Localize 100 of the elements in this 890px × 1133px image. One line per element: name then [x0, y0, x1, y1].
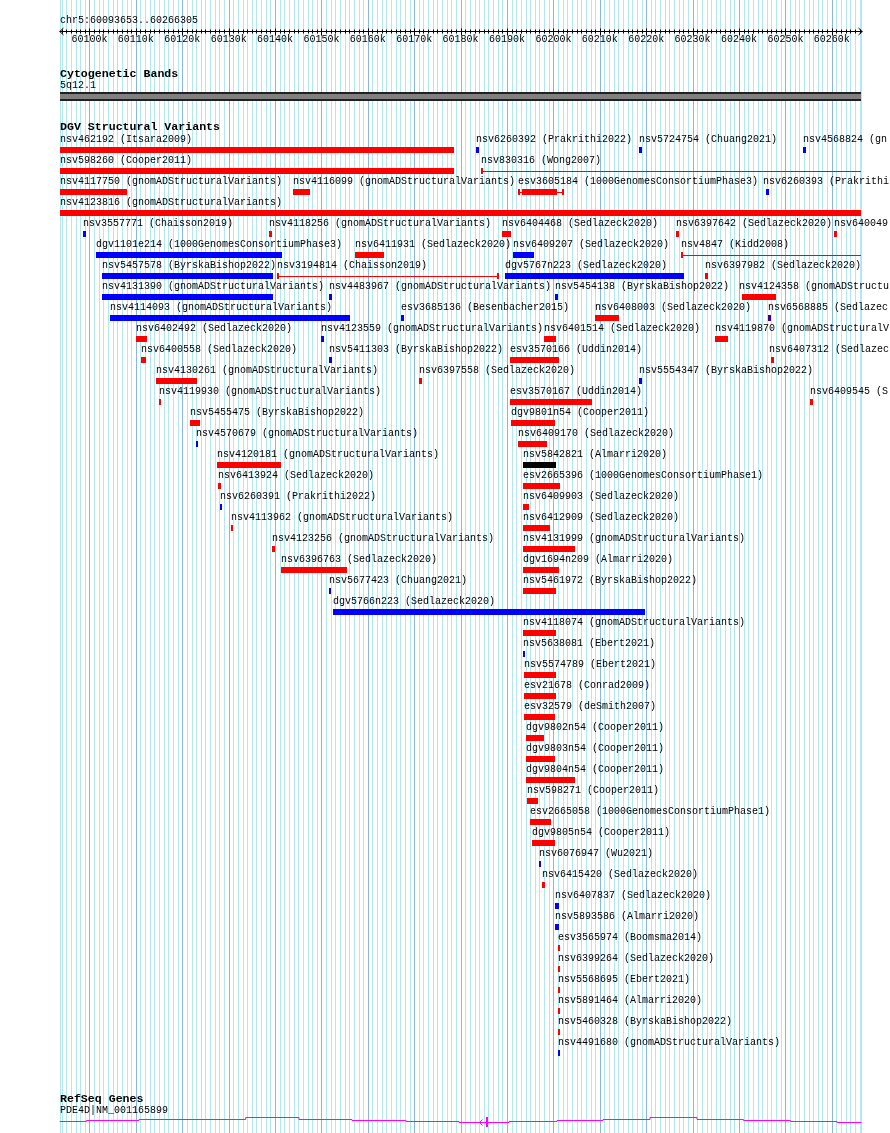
- variant-label: nsv4847 (Kidd2008): [681, 239, 790, 251]
- variant-label: nsv6260392 (Prakrithi2022): [476, 134, 633, 146]
- variant-label: nsv6260391 (Prakrithi2022): [220, 491, 377, 503]
- variant-bar[interactable]: [518, 189, 564, 195]
- variant-label: nsv4491680 (gnomADStructuralVariants): [558, 1037, 781, 1049]
- variant-label: nsv5455475 (ByrskaBishop2022): [190, 407, 365, 419]
- variant-label: nsv4118074 (gnomADStructuralVariants): [523, 617, 746, 629]
- variant-label: nsv6260393 (Prakrithi: [763, 176, 890, 188]
- band-label: 5q12.1: [60, 80, 96, 92]
- variant-label: esv3570167 (Uddin2014): [510, 386, 643, 398]
- variant-label: nsv6409170 (Sedlazeck2020): [518, 428, 675, 440]
- ruler-label: 60260k: [813, 34, 850, 46]
- variant-label: dgv9802n54 (Cooper2011): [526, 722, 665, 734]
- ruler-label: 60150k: [303, 34, 340, 46]
- variant-label: dgv1694n209 (Almarri2020): [523, 554, 674, 566]
- ruler-label: 60240k: [720, 34, 757, 46]
- variant-label: nsv4130261 (gnomADStructuralVariants): [156, 365, 379, 377]
- variant-label: esv3565974 (Boomsma2014): [558, 932, 703, 944]
- variant-span[interactable]: [681, 252, 861, 258]
- variant-label: nsv4570679 (gnomADStructuralVariants): [196, 428, 419, 440]
- variant-label: nsv4119930 (gnomADStructuralVariants): [159, 386, 382, 398]
- variant-label: nsv4116099 (gnomADStructuralVariants): [293, 176, 516, 188]
- ruler-label: 60200k: [535, 34, 572, 46]
- variant-label: nsv5893586 (Almarri2020): [555, 911, 700, 923]
- variant-label: esv2665058 (1000GenomesConsortiumPhase1): [530, 806, 771, 818]
- variant-label: esv32579 (deSmith2007): [524, 701, 657, 713]
- variant-label: dgv5767n223 (Sedlazeck2020): [505, 260, 668, 272]
- variant-label: nsv4131999 (gnomADStructuralVariants): [523, 533, 746, 545]
- ruler-label: 60100k: [71, 34, 108, 46]
- variant-label: nsv4118256 (gnomADStructuralVariants): [269, 218, 492, 230]
- variant-label: nsv4123559 (gnomADStructuralVariants): [321, 323, 544, 335]
- variant-label: nsv6076947 (Wu2021): [539, 848, 654, 860]
- track-title: RefSeq Genes: [60, 1093, 144, 1105]
- variant-label: esv3605184 (1000GenomesConsortiumPhase3): [518, 176, 759, 188]
- variant-label: nsv5457578 (ByrskaBishop2022): [102, 260, 277, 272]
- variant-label: nsv6412909 (Sedlazeck2020): [523, 512, 680, 524]
- variant-label: nsv6399264 (Sedlazeck2020): [558, 953, 715, 965]
- variant-label: nsv5677423 (Chuang2021): [329, 575, 468, 587]
- variant-label: nsv6407312 (Sedlazec: [769, 344, 890, 356]
- variant-label: nsv4114093 (gnomADStructuralVariants): [110, 302, 333, 314]
- variant-label: nsv5724754 (Chuang2021): [639, 134, 778, 146]
- variant-label: nsv5568695 (Ebert2021): [558, 974, 691, 986]
- variant-label: nsv6397558 (Sedlazeck2020): [419, 365, 576, 377]
- variant-label: nsv4120181 (gnomADStructuralVariants): [217, 449, 440, 461]
- location-label: chr5:60093653..60266305: [60, 15, 199, 27]
- variant-label: nsv5574789 (Ebert2021): [524, 659, 657, 671]
- variant-label: esv3685136 (Besenbacher2015): [401, 302, 570, 314]
- track-title: Cytogenetic Bands: [60, 68, 179, 80]
- ruler-label: 60250k: [767, 34, 804, 46]
- ruler-label: 60220k: [628, 34, 665, 46]
- variant-label: esv2665396 (1000GenomesConsortiumPhase1): [523, 470, 764, 482]
- variant-label: nsv4117750 (gnomADStructuralVariants): [60, 176, 283, 188]
- variant-label: nsv6408003 (Sedlazeck2020): [595, 302, 752, 314]
- ruler-label: 60130k: [210, 34, 247, 46]
- variant-label: nsv640049: [834, 218, 888, 230]
- variant-label: nsv5842821 (Almarri2020): [523, 449, 668, 461]
- variant-label: nsv4131390 (gnomADStructuralVariants): [102, 281, 325, 293]
- variant-label: nsv6400558 (Sedlazeck2020): [141, 344, 298, 356]
- variant-label: nsv5891464 (Almarri2020): [558, 995, 703, 1007]
- ruler-label: 60110k: [117, 34, 154, 46]
- variant-label: dgv5766n223 (Sedlazeck2020): [333, 596, 496, 608]
- ruler-label: 60120k: [164, 34, 201, 46]
- variant-label: nsv830316 (Wong2007): [481, 155, 602, 167]
- variant-label: nsv4123816 (gnomADStructuralVariants): [60, 197, 283, 209]
- variant-label: nsv3194814 (Chaisson2019): [277, 260, 428, 272]
- variant-span[interactable]: [277, 273, 499, 279]
- variant-label: nsv4483967 (gnomADStructuralVariants): [329, 281, 552, 293]
- variant-label: nsv4113962 (gnomADStructuralVariants): [231, 512, 454, 524]
- ruler-label: 60210k: [581, 34, 618, 46]
- ruler-label: 60140k: [257, 34, 294, 46]
- ruler-label: 60170k: [396, 34, 433, 46]
- variant-label: nsv5554347 (ByrskaBishop2022): [639, 365, 814, 377]
- variant-label: nsv3557771 (Chaisson2019): [83, 218, 234, 230]
- variant-label: nsv598271 (Cooper2011): [527, 785, 660, 797]
- variant-label: nsv6407837 (Sedlazeck2020): [555, 890, 712, 902]
- variant-label: nsv598260 (Cooper2011): [60, 155, 193, 167]
- gene-feature[interactable]: [59, 1116, 862, 1127]
- cytoband-bar[interactable]: [60, 92, 861, 101]
- variant-label: nsv4119870 (gnomADStructuralV: [715, 323, 890, 335]
- ruler-label: 60190k: [489, 34, 525, 46]
- variant-label: nsv6413924 (Sedlazeck2020): [218, 470, 375, 482]
- variant-label: nsv4568824 (gn: [803, 134, 887, 146]
- variant-label: nsv6409903 (Sedlazeck2020): [523, 491, 680, 503]
- variant-span[interactable]: [481, 168, 861, 174]
- variant-label: dgv9803n54 (Cooper2011): [526, 743, 665, 755]
- variant-label: esv21678 (Conrad2009): [524, 680, 651, 692]
- variant-label: nsv6411931 (Sedlazeck2020): [355, 239, 512, 251]
- variant-label: nsv6404468 (Sedlazeck2020): [502, 218, 659, 230]
- variant-label: nsv5461972 (ByrskaBishop2022): [523, 575, 698, 587]
- variant-label: dgv9801n54 (Cooper2011): [511, 407, 650, 419]
- variant-label: nsv6409545 (S: [810, 386, 888, 398]
- variant-label: nsv6568885 (Sedlazec: [768, 302, 889, 314]
- variant-label: nsv6401514 (Sedlazeck2020): [544, 323, 701, 335]
- variant-label: dgv9804n54 (Cooper2011): [526, 764, 665, 776]
- track-title: DGV Structural Variants: [60, 121, 221, 133]
- variant-label: nsv6402492 (Sedlazeck2020): [136, 323, 293, 335]
- variant-label: nsv462192 (Itsara2009): [60, 134, 193, 146]
- variant-label: nsv4123256 (gnomADStructuralVariants): [272, 533, 495, 545]
- variant-label: nsv6415420 (Sedlazeck2020): [542, 869, 699, 881]
- variant-label: nsv6396763 (Sedlazeck2020): [281, 554, 438, 566]
